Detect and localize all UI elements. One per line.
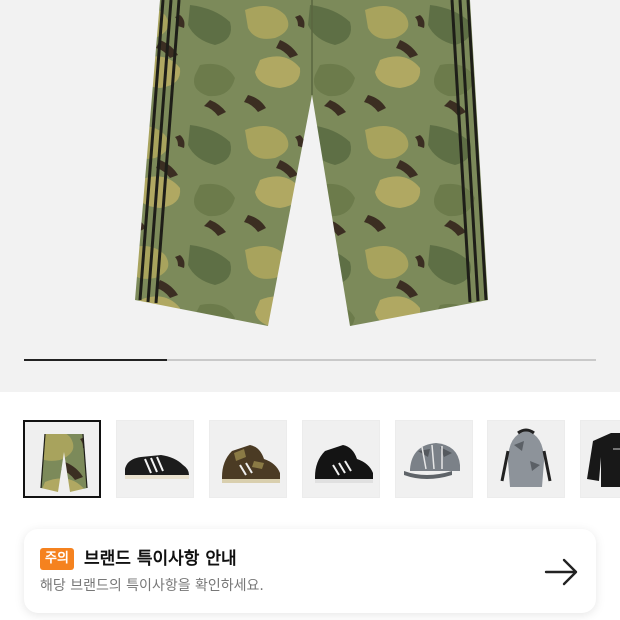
camo-cap-icon <box>404 443 460 479</box>
thumbnail-black-sneaker[interactable] <box>302 420 380 498</box>
thumbnail-camo-bag[interactable] <box>487 420 565 498</box>
black-sneaker-icon <box>315 445 373 483</box>
gallery-progress-bar <box>24 359 596 361</box>
notice-title: 브랜드 특이사항 안내 <box>84 549 237 569</box>
thumbnail-strip[interactable] <box>0 392 620 520</box>
caution-badge: 주의 <box>40 548 74 570</box>
thumbnail-camo-cap[interactable] <box>395 420 473 498</box>
notice-description: 해당 브랜드의 특이사항을 확인하세요. <box>40 578 264 594</box>
thumbnail-white-black-sneaker[interactable] <box>116 420 194 498</box>
camo-sneaker-icon <box>222 445 280 483</box>
brand-notice-card[interactable]: 주의 브랜드 특이사항 안내 해당 브랜드의 특이사항을 확인하세요. <box>24 529 596 613</box>
thumbnail-black-jacket[interactable] <box>580 420 620 498</box>
thumbnail-camo-pants[interactable] <box>23 420 101 498</box>
camo-bag-icon <box>500 428 552 487</box>
sneaker-superstar-icon <box>125 455 189 479</box>
camo-pants-icon <box>40 433 88 492</box>
thumbnail-camo-sneaker[interactable] <box>209 420 287 498</box>
product-image-gallery[interactable] <box>0 0 620 392</box>
black-jacket-icon <box>587 433 620 487</box>
camo-pants-image <box>135 0 488 326</box>
gallery-progress-fill <box>24 359 167 361</box>
arrow-right-icon[interactable] <box>542 554 582 590</box>
